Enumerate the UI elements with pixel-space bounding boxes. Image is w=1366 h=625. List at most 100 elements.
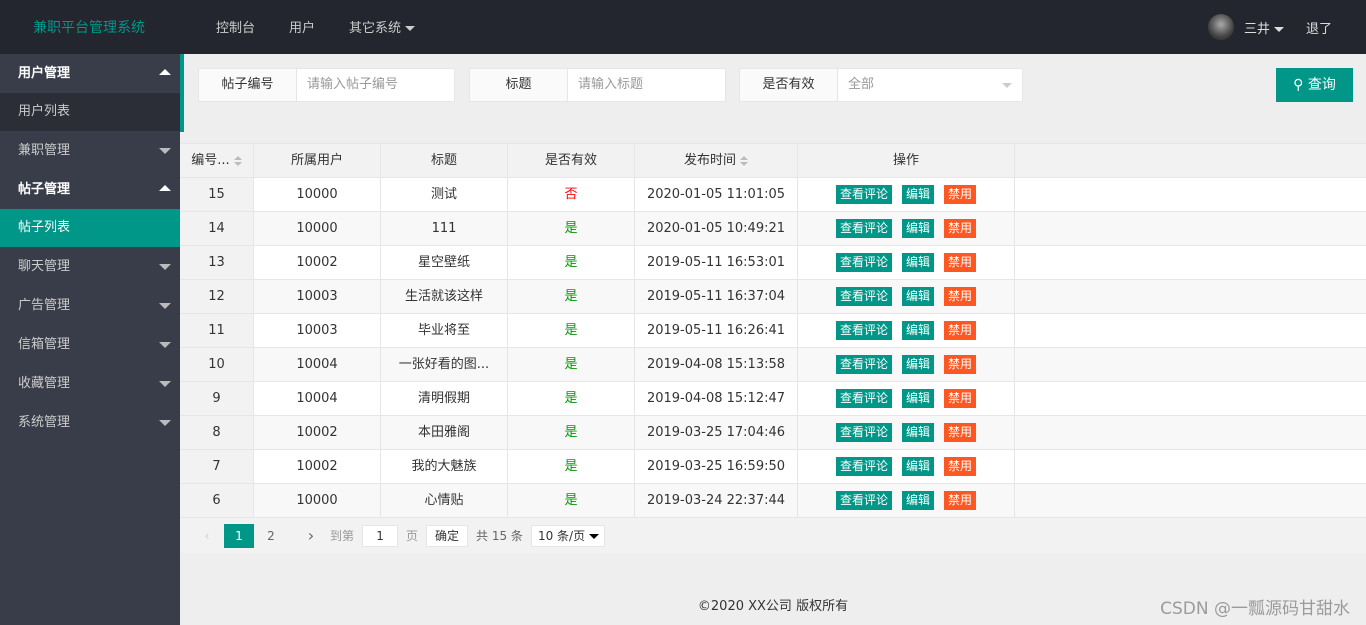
edit-button[interactable]: 编辑 <box>901 355 934 374</box>
nav-user[interactable]: 用户 <box>289 17 315 36</box>
cell-valid: 是 <box>508 484 635 517</box>
chevron-down-icon <box>159 264 171 270</box>
view-comments-button[interactable]: 查看评论 <box>835 491 892 510</box>
post-id-input[interactable]: 请输入帖子编号 <box>297 69 454 101</box>
view-comments-button[interactable]: 查看评论 <box>835 457 892 476</box>
edit-button[interactable]: 编辑 <box>901 491 934 510</box>
table-row: 12 10003 生活就该这样 是 2019-05-11 16:37:04 查看… <box>180 280 1366 314</box>
cell-filler <box>1015 314 1366 347</box>
search-button[interactable]: ⚲ 查询 <box>1276 68 1353 102</box>
valid-select-value: 全部 <box>848 77 875 92</box>
view-comments-button[interactable]: 查看评论 <box>835 321 892 340</box>
col-id[interactable]: 编号... <box>180 144 254 177</box>
prev-page-icon[interactable]: ‹ <box>192 524 222 548</box>
disable-button[interactable]: 禁用 <box>944 355 977 374</box>
cell-filler <box>1015 382 1366 415</box>
app-logo: 兼职平台管理系统 <box>33 20 145 36</box>
cell-id: 14 <box>180 212 254 245</box>
view-comments-button[interactable]: 查看评论 <box>835 185 892 204</box>
sidebar-group[interactable]: 兼职管理 <box>0 131 180 170</box>
sidebar-item[interactable]: 用户列表 <box>0 93 180 131</box>
page-2[interactable]: 2 <box>256 524 286 548</box>
disable-button[interactable]: 禁用 <box>944 491 977 510</box>
user-menu[interactable]: 三井 <box>1244 18 1284 37</box>
sidebar-group[interactable]: 系统管理 <box>0 403 180 442</box>
sidebar-group[interactable]: 信箱管理 <box>0 325 180 364</box>
view-comments-button[interactable]: 查看评论 <box>835 423 892 442</box>
nav-other-systems[interactable]: 其它系统 <box>349 17 416 36</box>
edit-button[interactable]: 编辑 <box>901 321 934 340</box>
cell-title: 本田雅阁 <box>381 416 508 449</box>
nav-console[interactable]: 控制台 <box>216 17 255 36</box>
goto-input[interactable]: 1 <box>362 524 399 547</box>
cell-valid: 是 <box>508 450 635 483</box>
view-comments-button[interactable]: 查看评论 <box>835 389 892 408</box>
chevron-down-icon <box>588 533 599 539</box>
cell-valid: 是 <box>508 416 635 449</box>
sort-icon[interactable] <box>740 155 748 166</box>
view-comments-button[interactable]: 查看评论 <box>835 355 892 374</box>
title-input[interactable]: 请输入标题 <box>568 69 725 101</box>
cell-id: 10 <box>180 348 254 381</box>
sort-icon[interactable] <box>233 155 242 166</box>
view-comments-button[interactable]: 查看评论 <box>835 287 892 306</box>
edit-button[interactable]: 编辑 <box>901 287 934 306</box>
valid-select[interactable]: 全部 <box>838 69 1022 101</box>
page-unit: 页 <box>406 529 419 543</box>
search-icon: ⚲ <box>1293 77 1308 93</box>
disable-button[interactable]: 禁用 <box>944 253 977 272</box>
cell-user: 10002 <box>254 416 381 449</box>
cell-filler <box>1015 178 1366 211</box>
cell-title: 清明假期 <box>381 382 508 415</box>
edit-button[interactable]: 编辑 <box>901 185 934 204</box>
cell-time: 2019-03-25 17:04:46 <box>635 416 798 449</box>
per-page-select[interactable]: 10 条/页 <box>530 524 605 547</box>
view-comments-button[interactable]: 查看评论 <box>835 253 892 272</box>
edit-button[interactable]: 编辑 <box>901 253 934 272</box>
page-1[interactable]: 1 <box>224 523 254 548</box>
cell-actions: 查看评论 编辑 禁用 <box>798 382 1015 415</box>
cell-actions: 查看评论 编辑 禁用 <box>798 450 1015 483</box>
per-page-value: 10 条/页 <box>537 528 586 543</box>
disable-button[interactable]: 禁用 <box>944 457 977 476</box>
disable-button[interactable]: 禁用 <box>944 219 977 238</box>
avatar[interactable] <box>1207 14 1234 40</box>
next-page-icon[interactable]: › <box>296 524 326 548</box>
cell-id: 9 <box>180 382 254 415</box>
col-time[interactable]: 发布时间 <box>635 144 798 177</box>
cell-actions: 查看评论 编辑 禁用 <box>798 280 1015 313</box>
edit-button[interactable]: 编辑 <box>901 423 934 442</box>
cell-actions: 查看评论 编辑 禁用 <box>798 416 1015 449</box>
disable-button[interactable]: 禁用 <box>944 423 977 442</box>
disable-button[interactable]: 禁用 <box>944 287 977 306</box>
cell-id: 11 <box>180 314 254 347</box>
cell-id: 13 <box>180 246 254 279</box>
col-actions: 操作 <box>798 144 1015 177</box>
edit-button[interactable]: 编辑 <box>901 389 934 408</box>
logout-link[interactable]: 退了 <box>1306 18 1332 37</box>
table-row: 14 10000 111 是 2020-01-05 10:49:21 查看评论编… <box>180 212 1366 246</box>
chevron-down-icon <box>159 342 171 348</box>
cell-title: 一张好看的图... <box>381 348 508 381</box>
edit-button[interactable]: 编辑 <box>901 457 934 476</box>
nav-other-label: 其它系统 <box>349 21 402 36</box>
sidebar-group[interactable]: 聊天管理 <box>0 247 180 286</box>
chevron-down-icon <box>405 26 416 31</box>
sidebar-group[interactable]: 广告管理 <box>0 286 180 325</box>
disable-button[interactable]: 禁用 <box>944 321 977 340</box>
sidebar-group[interactable]: 收藏管理 <box>0 364 180 403</box>
cell-title: 我的大魅族 <box>381 450 508 483</box>
disable-button[interactable]: 禁用 <box>944 389 977 408</box>
edit-button[interactable]: 编辑 <box>901 219 934 238</box>
user-area: 三井 退了 <box>1207 14 1332 40</box>
cell-valid: 是 <box>508 314 635 347</box>
disable-button[interactable]: 禁用 <box>944 185 977 204</box>
chevron-down-icon <box>1002 83 1012 88</box>
sidebar-group[interactable]: 帖子管理 <box>0 170 180 209</box>
cell-user: 10000 <box>254 178 381 211</box>
chevron-down-icon <box>1273 26 1284 32</box>
sidebar-group[interactable]: 用户管理 <box>0 54 180 93</box>
sidebar-item[interactable]: 帖子列表 <box>0 209 180 247</box>
confirm-button[interactable]: 确定 <box>426 524 469 547</box>
view-comments-button[interactable]: 查看评论 <box>835 219 892 238</box>
